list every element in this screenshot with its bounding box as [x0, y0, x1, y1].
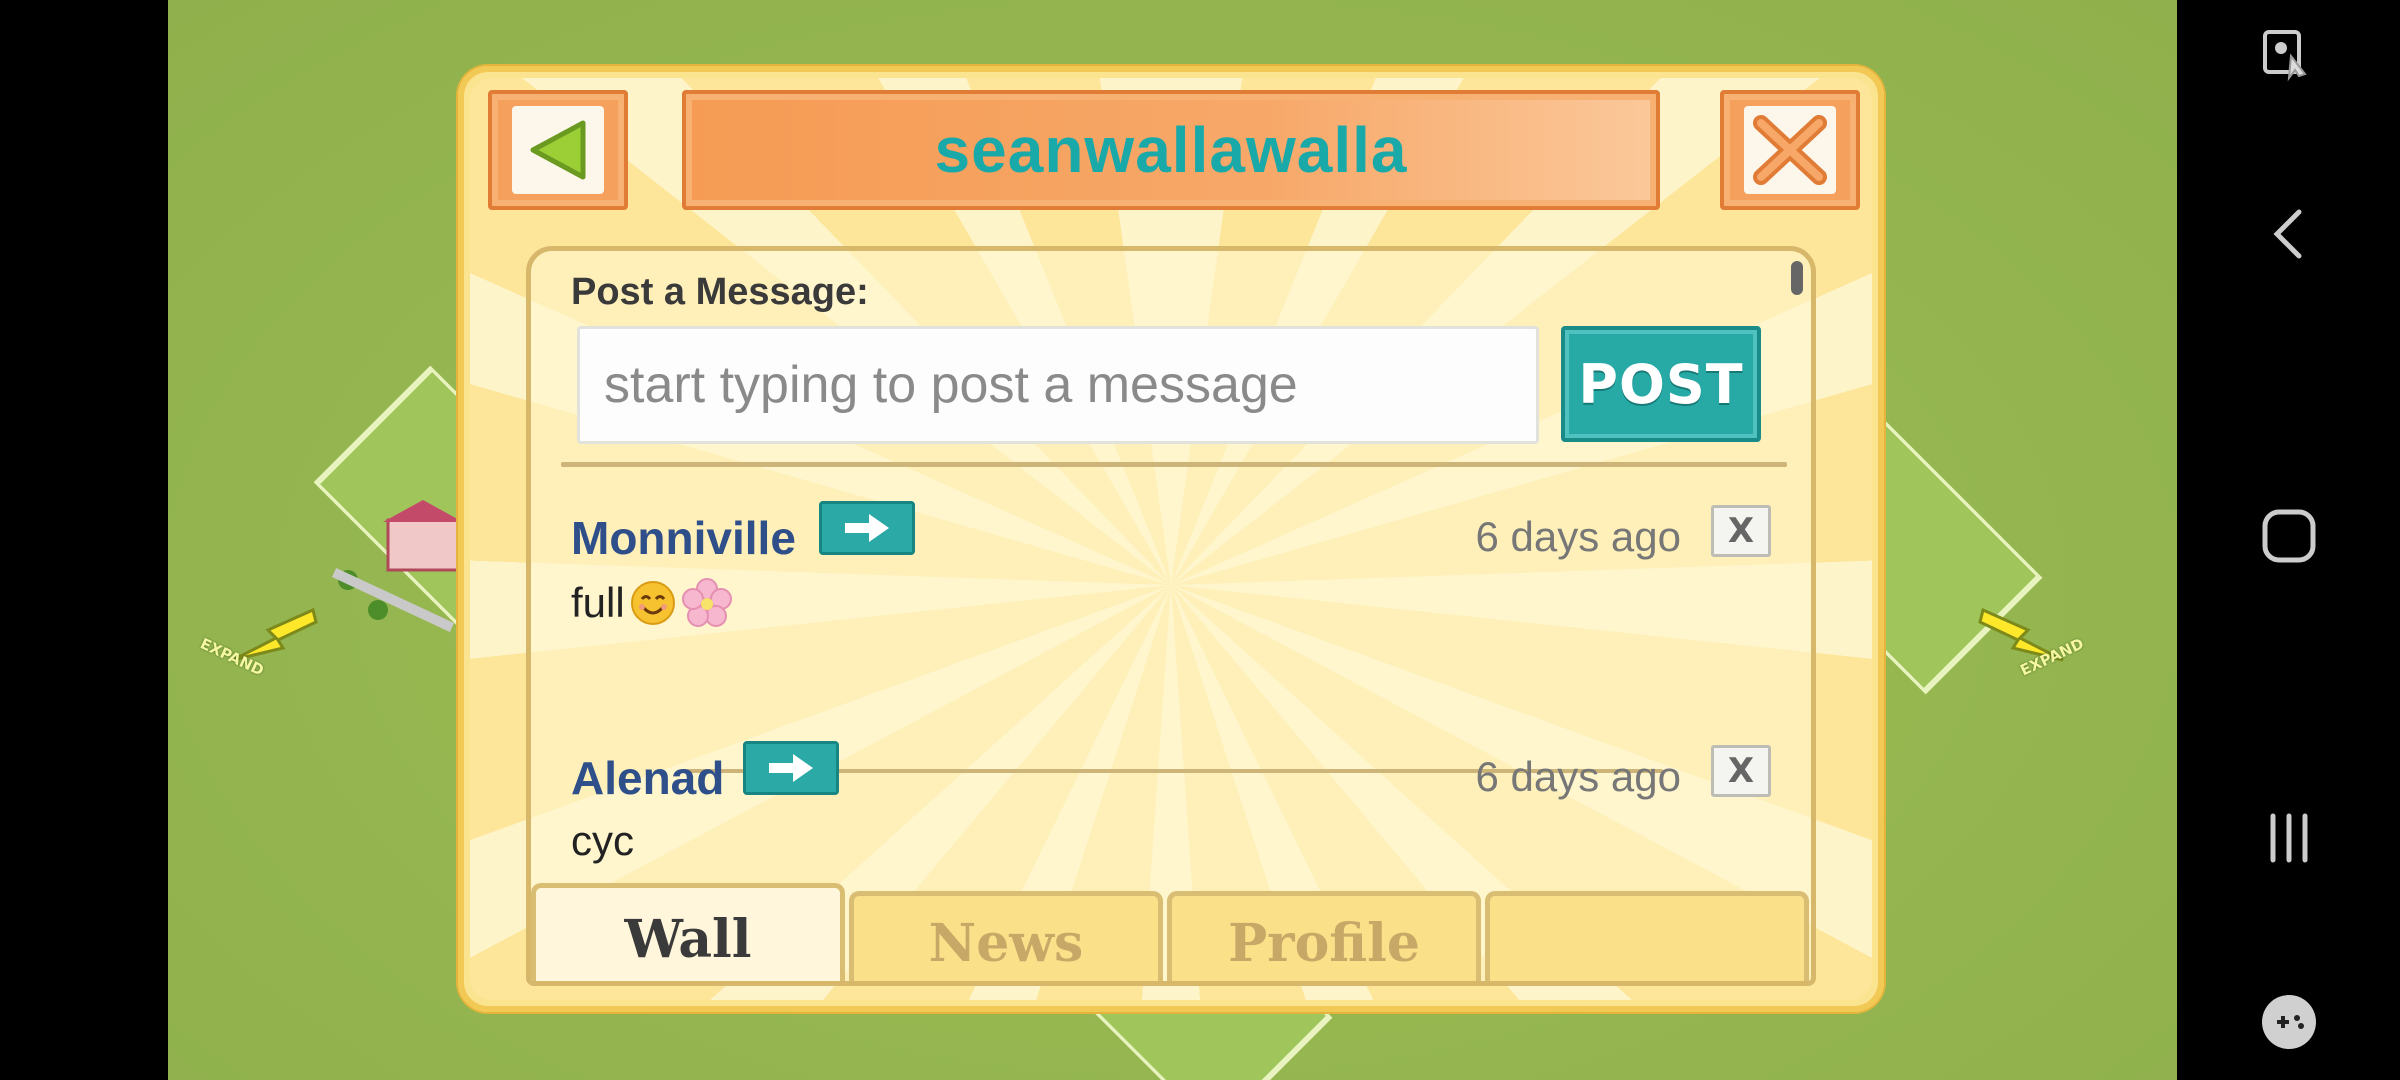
nav-back-icon: [2273, 209, 2302, 259]
post-message: full: [571, 577, 733, 629]
close-button-inner: [1744, 106, 1836, 194]
wall-post: Alenad 6 days ago X cyc: [571, 741, 1771, 881]
post-author[interactable]: Alenad: [571, 751, 724, 805]
page-title: seanwallawalla: [934, 114, 1408, 186]
post-message-text: full: [571, 579, 625, 626]
nav-recents-button[interactable]: [2253, 802, 2325, 874]
cherry-blossom-emoji-icon: [681, 578, 732, 627]
visit-button[interactable]: [819, 501, 915, 555]
smile-emoji-icon: [630, 581, 675, 625]
tab-wall[interactable]: Wall: [531, 883, 845, 981]
back-button-inner: [512, 106, 604, 194]
post-message: cyc: [571, 817, 634, 865]
game-tools-icon: [2262, 995, 2316, 1049]
post-message-label: Post a Message:: [571, 271, 869, 313]
back-arrow-icon: [530, 120, 586, 180]
tab-profile[interactable]: Profile: [1167, 891, 1481, 981]
system-nav-bar: [2177, 0, 2400, 1080]
back-button[interactable]: [488, 90, 628, 210]
wall-post: Monniville 6 days ago X full: [571, 501, 1771, 641]
post-button[interactable]: POST: [1561, 326, 1761, 442]
nav-back-button[interactable]: [2253, 198, 2325, 270]
close-icon: [1753, 115, 1827, 185]
tab-news[interactable]: News: [849, 891, 1163, 981]
wall-panel[interactable]: Post a Message: POST Monniville 6 days a…: [526, 246, 1816, 986]
post-author[interactable]: Monniville: [571, 511, 796, 565]
profile-dialog: seanwallawalla Post a Message: POST Monn…: [458, 66, 1884, 1012]
tab-empty[interactable]: [1485, 891, 1809, 981]
title-bar: seanwallawalla: [682, 90, 1660, 210]
post-timestamp: 6 days ago: [1475, 513, 1682, 560]
delete-post-button[interactable]: X: [1711, 745, 1771, 797]
nav-home-icon: [2262, 509, 2316, 563]
scrollbar[interactable]: [1791, 261, 1803, 295]
visit-button[interactable]: [743, 741, 839, 795]
nav-home-button[interactable]: [2253, 500, 2325, 572]
delete-post-button[interactable]: X: [1711, 505, 1771, 557]
message-input[interactable]: [577, 326, 1539, 444]
accessibility-icon: [2263, 30, 2307, 82]
town-buildings-left: [331, 500, 463, 633]
nav-recents-icon: [2270, 813, 2308, 863]
right-arrow-icon: [845, 514, 889, 542]
close-button[interactable]: [1720, 90, 1860, 210]
accessibility-button[interactable]: [2253, 20, 2325, 92]
right-arrow-icon: [769, 754, 813, 782]
post-timestamp: 6 days ago: [1475, 753, 1682, 800]
divider-top: [561, 462, 1787, 467]
game-tools-button[interactable]: [2253, 986, 2325, 1058]
post-message-text: cyc: [571, 817, 634, 864]
